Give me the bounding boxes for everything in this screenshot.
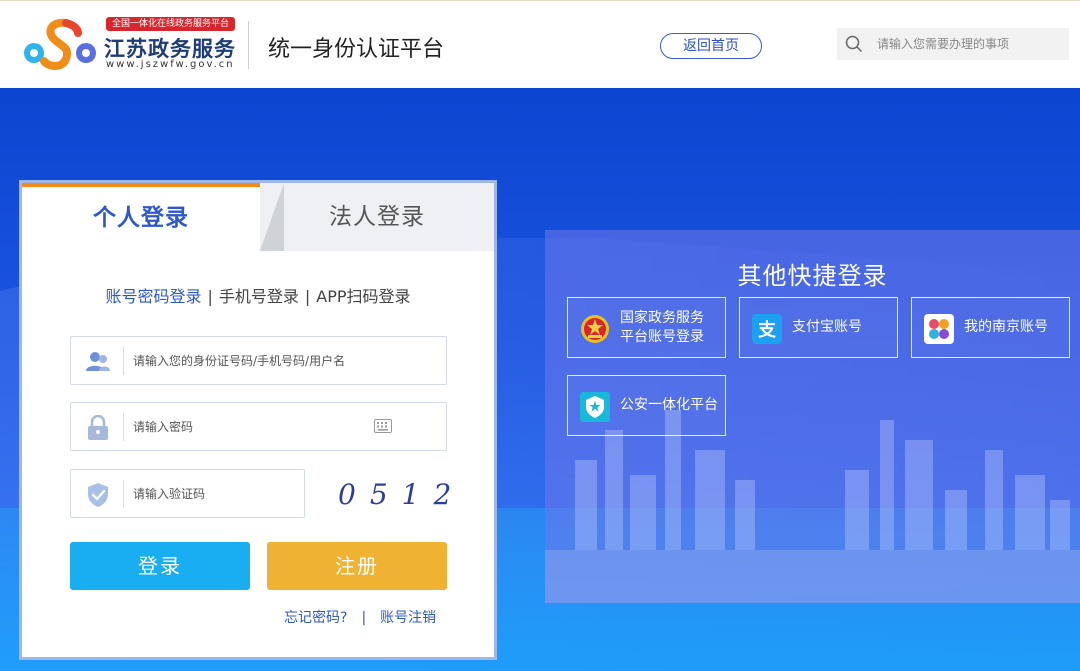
logo-badge: 全国一体化在线政务服务平台 (106, 17, 236, 31)
header-divider (248, 21, 249, 69)
national-platform-login-button[interactable]: 国家政务服务 平台账号登录 (567, 297, 726, 358)
password-input[interactable] (133, 415, 373, 439)
method-account-password[interactable]: 账号密码登录 (105, 287, 201, 306)
tab-legal-login[interactable]: 法人登录 (260, 183, 494, 251)
link-separator: | (361, 610, 367, 626)
captcha-field (70, 469, 305, 518)
password-field (70, 402, 447, 451)
police-platform-login-button[interactable]: 公安一体化平台 (567, 375, 726, 436)
search-icon[interactable] (845, 35, 863, 53)
account-links: 忘记密码? | 账号注销 (284, 607, 436, 627)
my-nanjing-icon (924, 314, 954, 344)
login-method-switcher: 账号密码登录 | 手机号登录 | APP扫码登录 (22, 283, 494, 307)
field-divider (123, 347, 124, 375)
national-emblem-icon (581, 315, 609, 343)
forgot-password-link[interactable]: 忘记密码? (284, 610, 347, 626)
platform-title: 统一身份认证平台 (268, 37, 445, 62)
quick-login-label: 公安一体化平台 (620, 397, 718, 413)
alipay-icon: 支 (752, 314, 782, 344)
field-divider (123, 413, 124, 441)
account-field (70, 336, 447, 385)
alipay-login-button[interactable]: 支 支付宝账号 (739, 297, 898, 358)
login-card: 个人登录 法人登录 账号密码登录 | 手机号登录 | APP扫码登录 请输入您的… (19, 180, 497, 660)
search-input[interactable] (877, 34, 1063, 54)
tab-personal-login[interactable]: 个人登录 (22, 183, 260, 251)
quick-login-panel: 其他快捷登录 国家政务服务 平台账号登录 支 支付宝账号 我的南京账号 公安一体… (545, 230, 1080, 603)
captcha-input[interactable] (133, 482, 293, 506)
field-divider (123, 480, 124, 508)
police-badge-icon (580, 392, 610, 422)
logo-url: www.jszwfw.gov.cn (106, 59, 235, 70)
login-button[interactable]: 登录 (70, 542, 250, 590)
user-icon (86, 352, 110, 371)
cancel-account-link[interactable]: 账号注销 (380, 610, 436, 626)
method-separator: | (304, 287, 311, 306)
quick-login-title: 其他快捷登录 (737, 262, 888, 290)
top-header: 全国一体化在线政务服务平台 江苏政务服务 www.jszwfw.gov.cn 统… (0, 0, 1080, 88)
lock-icon (88, 415, 108, 440)
method-app-scan[interactable]: APP扫码登录 (316, 287, 410, 306)
quick-login-label: 我的南京账号 (964, 319, 1048, 335)
captcha-image[interactable]: 0512 (332, 471, 452, 519)
shield-check-icon (88, 483, 108, 507)
my-nanjing-login-button[interactable]: 我的南京账号 (911, 297, 1070, 358)
search-box (837, 28, 1069, 60)
keyboard-icon[interactable] (374, 419, 392, 433)
method-phone[interactable]: 手机号登录 (219, 287, 299, 306)
quick-login-label: 国家政务服务 平台账号登录 (620, 309, 704, 345)
home-button[interactable]: 返回首页 (660, 33, 762, 59)
svg-text:支: 支 (757, 319, 777, 341)
jiangsu-logo-icon[interactable] (22, 17, 98, 73)
method-separator: | (207, 287, 213, 306)
register-button[interactable]: 注册 (267, 542, 447, 590)
tab-fold-decoration (260, 183, 284, 251)
quick-login-label: 支付宝账号 (792, 319, 862, 335)
account-input[interactable] (133, 349, 373, 373)
